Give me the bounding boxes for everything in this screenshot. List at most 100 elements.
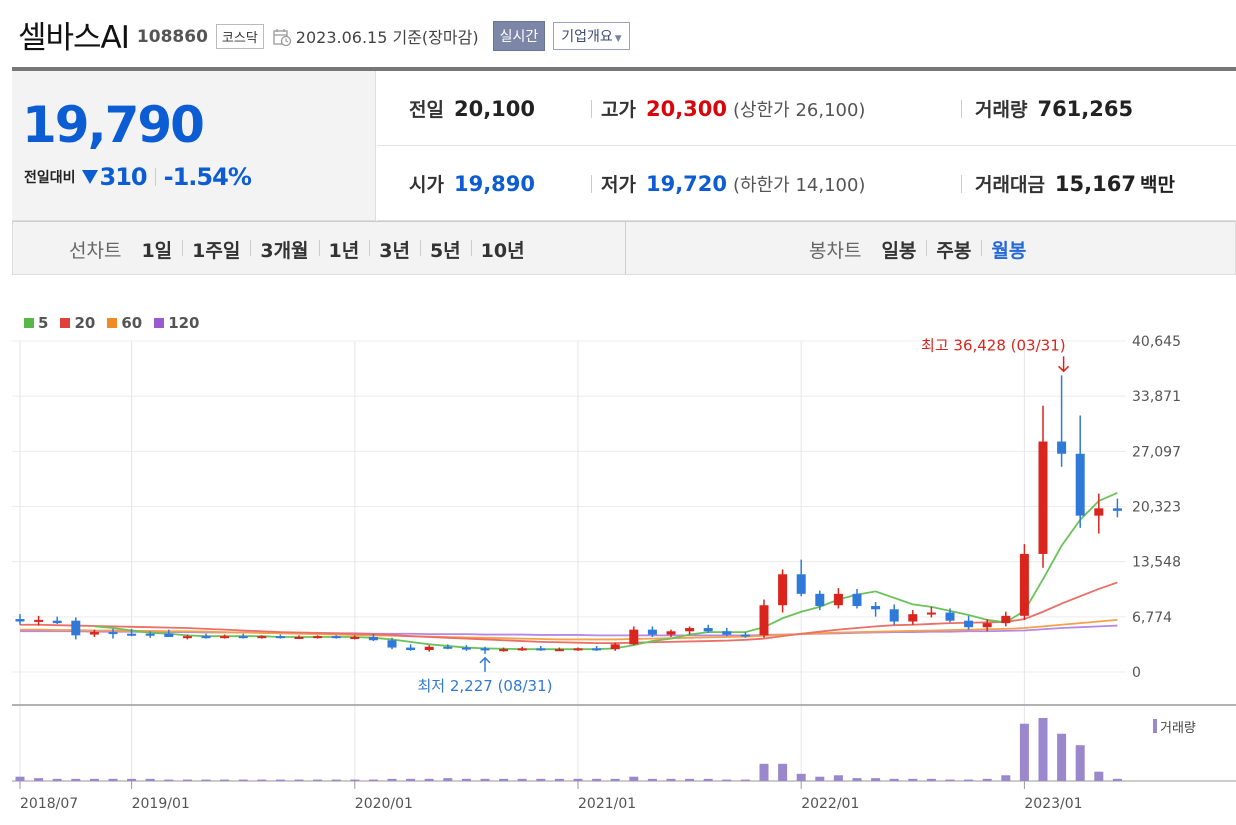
stat-label: 고가: [601, 99, 636, 121]
stat-trade-value: 거래대금 15,167 백만: [975, 170, 1175, 197]
tab-monthly[interactable]: 월봉: [981, 236, 1036, 263]
candle-body: [294, 636, 304, 639]
current-price: 19,790: [22, 96, 205, 154]
volume-bar: [889, 778, 899, 781]
tab-3m[interactable]: 3개월: [250, 236, 318, 263]
tab-weekly[interactable]: 주봉: [926, 236, 981, 263]
tab-10y[interactable]: 10년: [470, 236, 535, 263]
candle-body: [964, 620, 974, 628]
volume-bar: [15, 776, 25, 781]
candle-body: [313, 636, 323, 639]
candle-body: [424, 646, 434, 651]
volume-bar: [480, 778, 490, 781]
realtime-button[interactable]: 실시간: [492, 21, 546, 51]
candle-body: [238, 636, 248, 639]
volume-bar: [796, 773, 806, 781]
divider: [625, 222, 626, 274]
stat-low: 저가 19,720 (하한가 14,100): [601, 170, 865, 197]
tab-3y[interactable]: 3년: [369, 236, 420, 263]
volume-bar: [201, 779, 211, 781]
volume-bar: [647, 778, 657, 781]
legend-item-ma20: 20: [60, 314, 95, 332]
volume-bar: [127, 778, 137, 781]
volume-bar: [908, 778, 918, 781]
volume-bar: [220, 779, 230, 781]
candle-body: [461, 647, 471, 650]
divider: [591, 175, 592, 193]
stock-code: 108860: [136, 27, 208, 47]
volume-bar: [1075, 745, 1085, 781]
candle-body: [517, 648, 527, 651]
volume-bar: [89, 778, 99, 781]
candle-body: [740, 634, 750, 637]
candle-body: [406, 647, 416, 651]
y-tick-label: 20,323: [1132, 499, 1181, 515]
tab-daily[interactable]: 일봉: [871, 236, 926, 263]
stat-value: 20,300: [645, 97, 728, 121]
x-tick-label: 2021/01: [578, 796, 636, 812]
volume-bar: [536, 778, 546, 781]
volume-bar: [592, 778, 602, 781]
candle-body: [1038, 441, 1048, 554]
volume-bar: [443, 778, 453, 781]
legend-label: 120: [168, 314, 200, 332]
legend-label: 20: [74, 314, 96, 332]
divider: [961, 100, 962, 118]
high-arrow-head: [1058, 365, 1070, 373]
candle-body: [34, 619, 44, 622]
stat-prev-close: 전일 20,100: [409, 95, 535, 122]
ma60-line: [20, 618, 1118, 641]
stat-label: 시가: [409, 174, 444, 196]
candle-body: [889, 609, 899, 622]
candle-body: [387, 640, 397, 648]
plot-frame: [12, 341, 1126, 672]
stat-label: 저가: [601, 174, 636, 196]
volume-bar: [964, 779, 974, 781]
upper-limit-text: (상한가 26,100): [733, 100, 866, 121]
chevron-down-icon: ▼: [614, 34, 622, 44]
legend-item-ma60: 60: [107, 314, 142, 332]
stock-header: 셀바스AI 108860 코스닥 2023.06.15 기준(장마감) 실시간 …: [18, 14, 630, 56]
stat-label: 거래대금: [975, 174, 1045, 196]
stat-value: 15,167: [1054, 172, 1136, 196]
volume-bar: [740, 779, 750, 781]
legend-item-ma5: 5: [24, 314, 48, 332]
tab-1d[interactable]: 1일: [131, 236, 182, 263]
candle-body: [926, 612, 936, 615]
volume-legend-swatch: [1153, 719, 1157, 733]
volume-legend-label: 거래량: [1160, 721, 1196, 736]
high-annotation: 최고 36,428 (03/31): [921, 336, 1066, 354]
company-overview-dropdown[interactable]: 기업개요 ▼: [553, 22, 630, 50]
chart-period-bar: 선차트 1일 1주일 3개월 1년 3년 5년 10년 봉차트 일봉 주봉 월봉: [12, 221, 1236, 275]
volume-bar: [294, 779, 304, 781]
volume-bar: [313, 779, 323, 781]
candle-body: [275, 636, 285, 639]
x-tick-label: 2018/07: [20, 796, 78, 812]
y-tick-label: 6,774: [1132, 610, 1172, 626]
stat-label: 전일: [409, 99, 444, 121]
tab-5y[interactable]: 5년: [419, 236, 471, 263]
volume-bar: [517, 778, 527, 781]
candle-body: [331, 636, 341, 639]
volume-bar: [759, 763, 769, 781]
stat-value: 19,720: [645, 172, 728, 196]
stats-row: 전일 20,100 고가 20,300 (상한가 26,100) 거래량 761…: [377, 71, 1236, 146]
price-summary-panel: 19,790 전일대비 310 -1.54%: [12, 71, 376, 221]
volume-bar: [1057, 733, 1067, 781]
candle-body: [573, 648, 583, 651]
candle-body: [1001, 615, 1011, 624]
change-label: 전일대비: [24, 170, 76, 186]
volume-bar: [1038, 718, 1048, 781]
candle-body: [201, 636, 211, 639]
volume-bar: [778, 763, 788, 781]
divider: [591, 100, 592, 118]
volume-bar: [685, 778, 695, 781]
tab-1y[interactable]: 1년: [318, 236, 370, 263]
tab-1w[interactable]: 1주일: [182, 236, 250, 263]
volume-bar: [238, 779, 248, 781]
volume-bar: [815, 776, 825, 781]
x-tick-label: 2019/01: [132, 796, 190, 812]
stat-unit: 백만: [1139, 174, 1175, 196]
calendar-clock-icon: [273, 29, 291, 47]
legend-swatch: [107, 318, 118, 328]
